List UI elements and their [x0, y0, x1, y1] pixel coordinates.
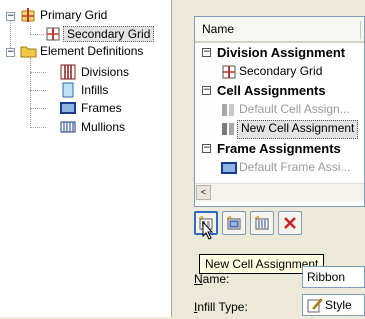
tree-connector — [30, 127, 46, 128]
collapse-division-assignment-toggle[interactable]: − — [202, 48, 211, 57]
list-item-default-frame-assignment[interactable]: Default Frame Assi... — [239, 158, 350, 177]
column-header-label: Name — [202, 22, 235, 36]
infill-type-value: Style — [325, 298, 352, 312]
cell-assignment-icon — [221, 122, 235, 136]
new-assignment-alt-icon — [254, 215, 270, 231]
tree-item-mullions[interactable]: Mullions — [81, 119, 125, 135]
tree-item-primary-grid[interactable]: Primary Grid — [40, 7, 107, 23]
name-field[interactable]: Ribbon — [302, 266, 365, 288]
mullions-icon — [60, 119, 76, 135]
group-frame-assignments[interactable]: Frame Assignments — [217, 139, 341, 158]
horizontal-scrollbar[interactable]: < — [195, 183, 364, 201]
collapse-primary-grid-toggle[interactable]: − — [6, 12, 15, 21]
tree-connector — [30, 72, 46, 73]
column-header-name[interactable]: Name — [195, 17, 364, 43]
name-label-text: ame: — [202, 272, 230, 286]
tree-connector — [30, 26, 31, 35]
collapse-cell-assignments-toggle[interactable]: − — [202, 86, 211, 95]
collapse-frame-assignments-toggle[interactable]: − — [202, 144, 211, 153]
tree-item-secondary-grid[interactable]: Secondary Grid — [63, 26, 155, 42]
name-label: Name: — [194, 272, 229, 286]
tree-connector — [30, 108, 46, 109]
infill-type-label-text: nfill Type: — [197, 300, 248, 314]
name-label-accelerator: N — [194, 272, 203, 286]
delete-button[interactable] — [278, 211, 302, 235]
grid-icon — [20, 7, 36, 23]
tree-connector — [30, 34, 44, 35]
new-cell-assignment-button[interactable] — [194, 211, 218, 240]
infill-type-field[interactable]: Style — [302, 294, 365, 316]
new-frame-assignment-button[interactable] — [250, 211, 274, 235]
grid-tree-panel: − Primary Grid Secondary Grid − Element … — [0, 0, 172, 317]
list-item-new-cell-assignment[interactable]: New Cell Assignment — [237, 120, 359, 139]
divisions-icon — [60, 64, 76, 80]
group-cell-assignments[interactable]: Cell Assignments — [217, 81, 326, 100]
list-item-default-cell-assignment[interactable]: Default Cell Assign... — [239, 100, 350, 119]
infills-icon — [60, 82, 76, 98]
tree-item-element-definitions[interactable]: Element Definitions — [40, 43, 143, 59]
new-infill-assignment-button[interactable] — [222, 211, 246, 235]
frames-icon — [60, 100, 76, 116]
assignments-list[interactable]: Name − Division Assignment Secondary Gri… — [194, 16, 365, 207]
new-assignment-icon — [226, 215, 242, 231]
tree-item-frames[interactable]: Frames — [81, 100, 122, 116]
tree-connector — [30, 90, 46, 91]
infill-type-label: Infill Type: — [194, 300, 248, 314]
frames-icon — [221, 160, 237, 176]
cell-assignment-icon — [221, 103, 235, 117]
scroll-left-button[interactable]: < — [196, 185, 211, 200]
folder-icon — [20, 43, 38, 59]
tree-connector — [30, 58, 31, 128]
column-divider[interactable] — [360, 21, 361, 39]
style-icon — [307, 297, 323, 313]
list-item-secondary-grid[interactable]: Secondary Grid — [239, 62, 322, 81]
delete-icon — [282, 215, 298, 231]
tree-item-divisions[interactable]: Divisions — [81, 64, 129, 80]
secondary-grid-icon — [45, 26, 61, 42]
mouse-pointer-icon — [202, 220, 216, 241]
secondary-grid-icon — [221, 64, 237, 80]
group-division-assignment[interactable]: Division Assignment — [217, 43, 345, 62]
tree-item-infills[interactable]: Infills — [81, 82, 108, 98]
collapse-element-definitions-toggle[interactable]: − — [6, 48, 15, 57]
